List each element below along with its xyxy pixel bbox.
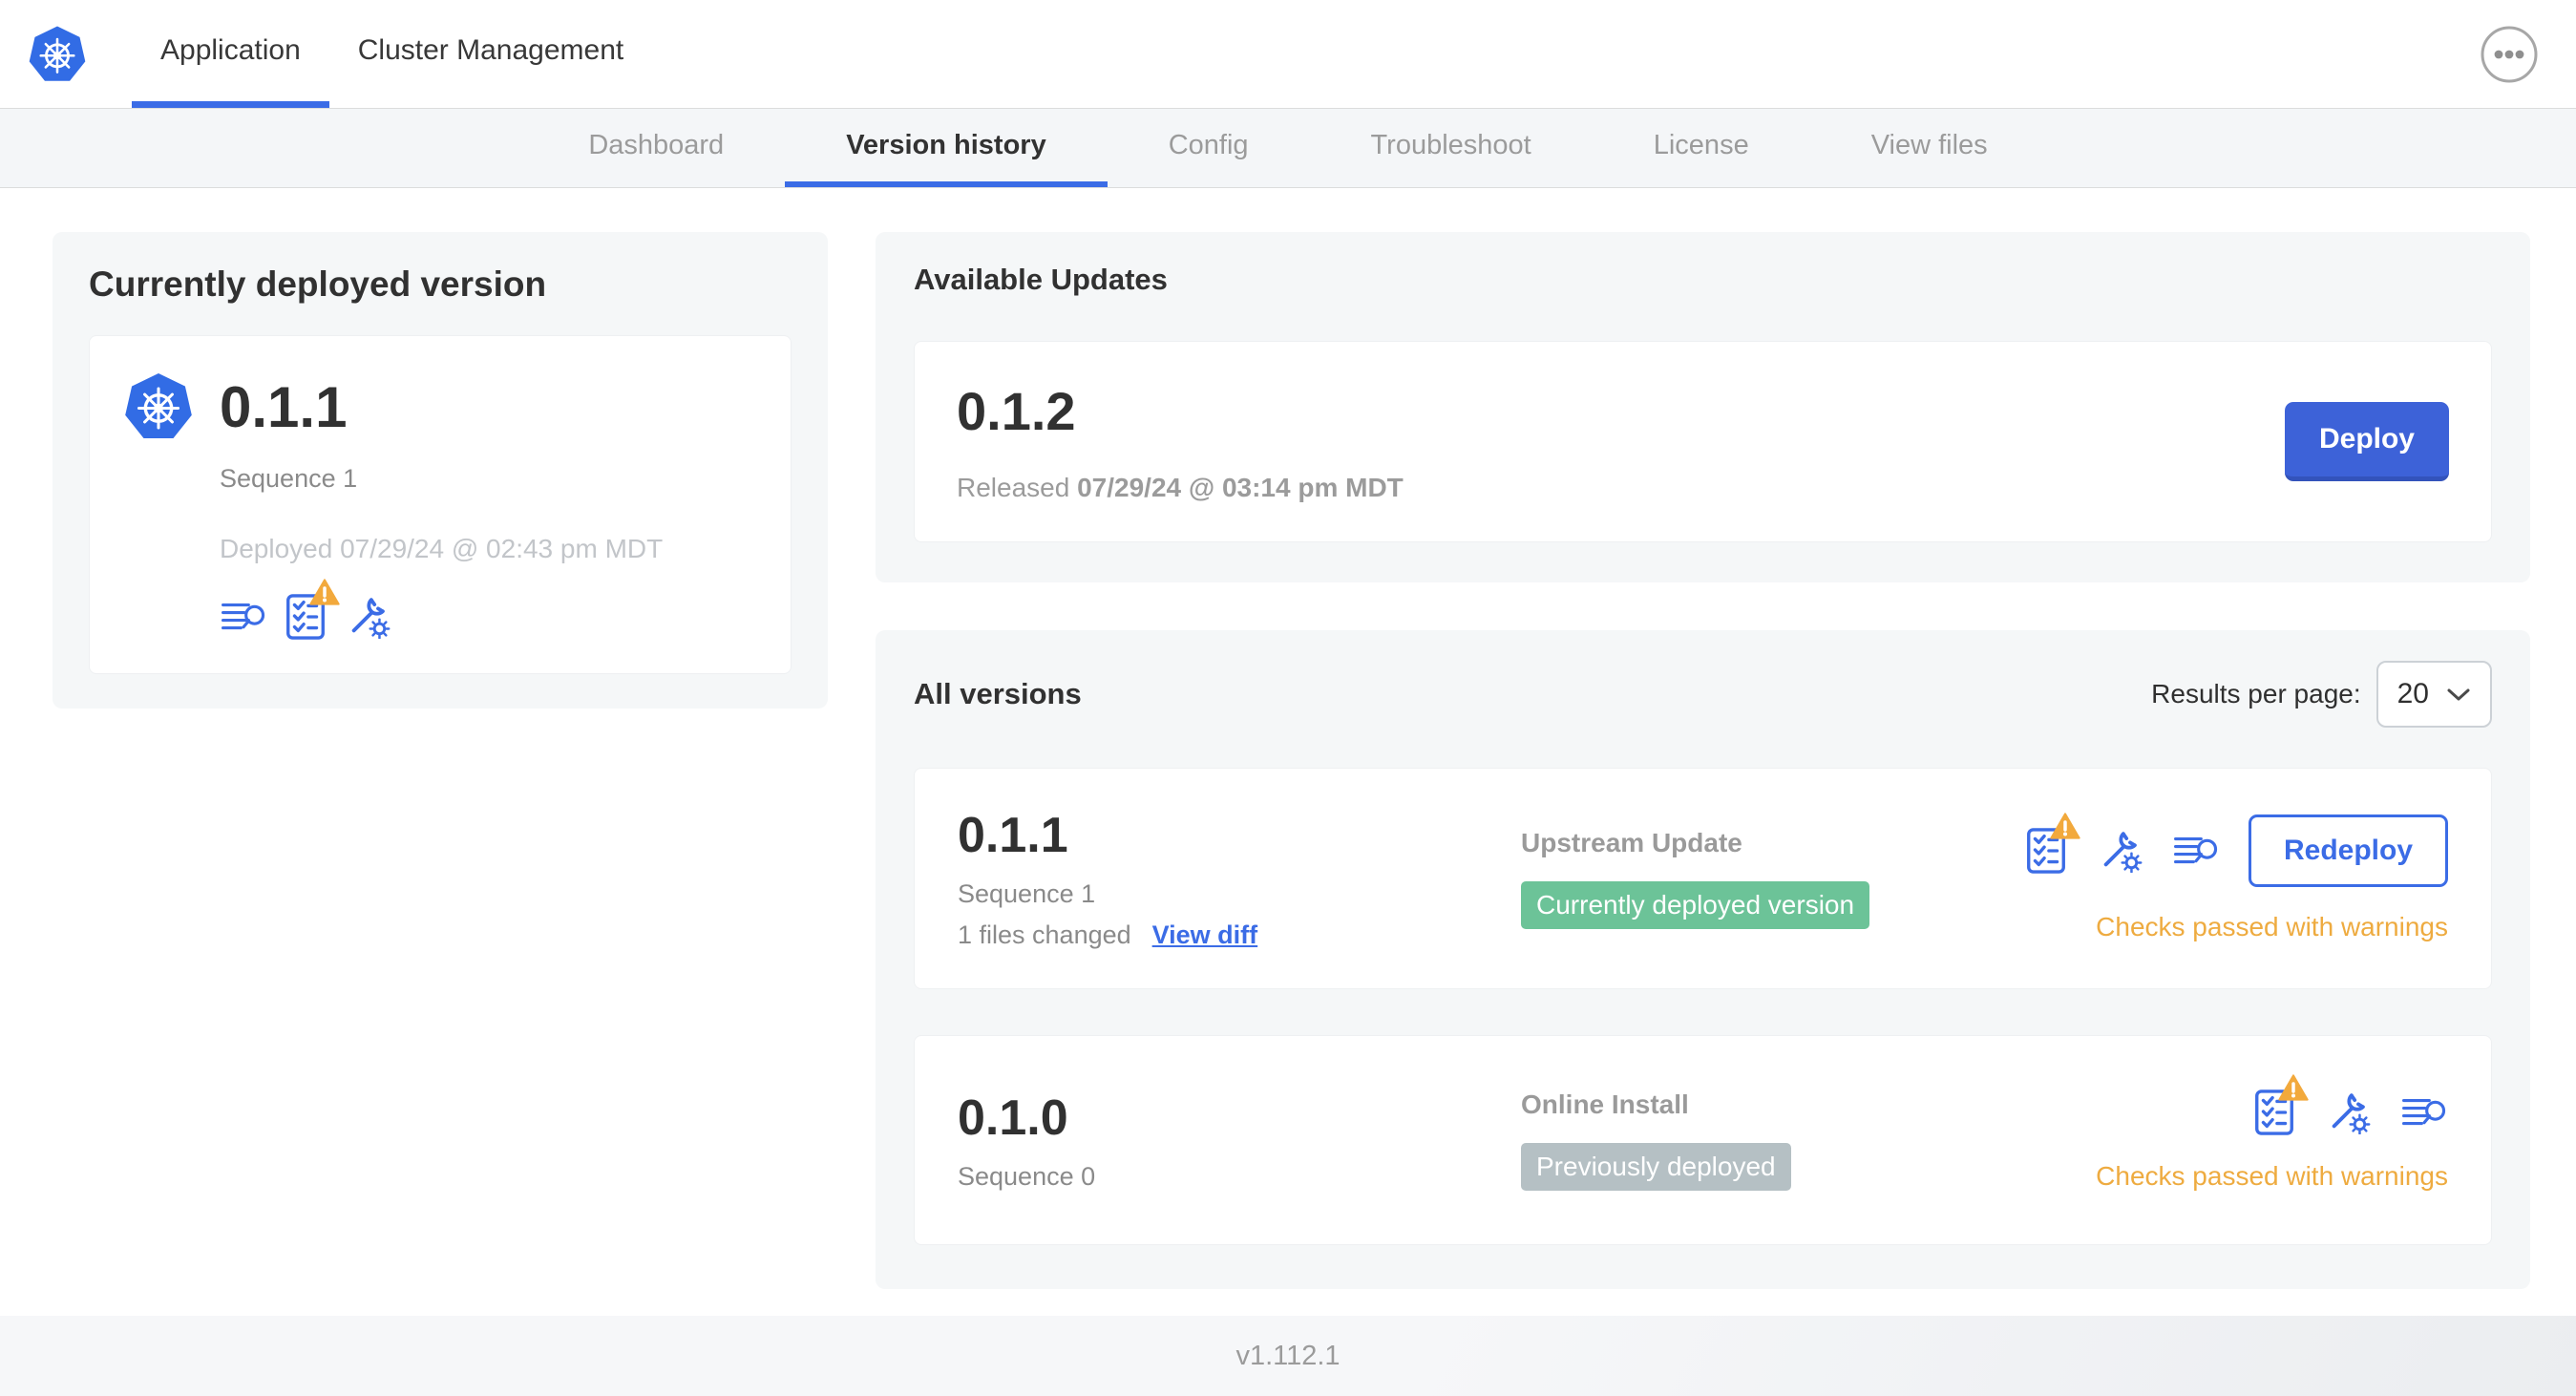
secondary-nav: Dashboard Version history Config Trouble… [0, 108, 2576, 188]
diff-lines-icon[interactable] [2400, 1090, 2448, 1134]
checks-status[interactable]: Checks passed with warnings [2096, 912, 2448, 942]
tab-troubleshoot-label: Troubleshoot [1370, 129, 1531, 160]
deploy-button[interactable]: Deploy [2284, 402, 2449, 481]
tab-license-label: License [1653, 129, 1749, 160]
app-footer: v1.112.1 [0, 1316, 2576, 1396]
config-wrench-icon[interactable] [344, 595, 391, 640]
tab-version-history[interactable]: Version history [785, 109, 1108, 187]
tab-view-files[interactable]: View files [1810, 109, 2049, 187]
tab-cluster-management-label: Cluster Management [357, 34, 624, 66]
row-sequence: Sequence 1 [958, 879, 1096, 908]
available-updates-panel: Available Updates 0.1.2 Released 07/29/2… [876, 232, 2530, 582]
row-source: Upstream Update [1521, 828, 1742, 857]
preflight-checklist-icon[interactable] [285, 579, 340, 641]
version-row-0-1-1: 0.1.1 Sequence 1 1 files changed View di… [914, 768, 2492, 989]
view-diff-link[interactable]: View diff [1152, 920, 1258, 950]
current-version-sequence: Sequence 1 [220, 464, 358, 493]
config-wrench-icon[interactable] [2324, 1090, 2372, 1135]
row-version-number: 0.1.1 [958, 808, 1068, 863]
results-per-page-value: 20 [2397, 678, 2429, 709]
all-versions-title: All versions [914, 677, 1082, 710]
version-row-0-1-0: 0.1.0 Sequence 0 Online Install Previous… [914, 1035, 2492, 1245]
tab-troubleshoot[interactable]: Troubleshoot [1310, 109, 1593, 187]
warning-triangle-icon [2050, 813, 2080, 839]
released-date: 07/29/24 @ 03:14 pm MDT [1077, 473, 1404, 502]
currently-deployed-badge: Currently deployed version [1521, 881, 1870, 929]
preflight-checklist-icon[interactable] [2025, 813, 2080, 875]
right-column: Available Updates 0.1.2 Released 07/29/2… [876, 232, 2530, 1289]
top-header: Application Cluster Management [0, 0, 2576, 108]
kubernetes-logo-icon [29, 26, 86, 81]
row-source: Online Install [1521, 1089, 1689, 1119]
previously-deployed-badge: Previously deployed [1521, 1143, 1791, 1191]
results-per-page-select[interactable]: 20 [2375, 661, 2492, 728]
redeploy-button[interactable]: Redeploy [2248, 814, 2448, 887]
diff-lines-icon[interactable] [2172, 829, 2220, 873]
row-sequence: Sequence 0 [958, 1161, 1096, 1191]
header-tabs: Application Cluster Management [132, 0, 652, 108]
tab-config[interactable]: Config [1108, 109, 1310, 187]
update-version-number: 0.1.2 [957, 381, 1076, 441]
current-version-deployed-at: Deployed 07/29/24 @ 02:43 pm MDT [220, 534, 664, 563]
main-content: Currently deployed version 0.1.1 Sequenc… [0, 188, 2576, 1289]
warning-triangle-icon [309, 579, 340, 605]
tab-config-label: Config [1168, 129, 1249, 160]
results-per-page-label: Results per page: [2151, 679, 2361, 709]
tab-application-label: Application [160, 34, 301, 66]
tab-cluster-management[interactable]: Cluster Management [329, 0, 652, 108]
current-version-actions [220, 579, 758, 641]
tab-license[interactable]: License [1593, 109, 1810, 187]
tab-application[interactable]: Application [132, 0, 329, 108]
results-per-page: Results per page: 20 [2151, 661, 2492, 728]
currently-deployed-panel: Currently deployed version 0.1.1 Sequenc… [53, 232, 828, 709]
update-released-at: Released 07/29/24 @ 03:14 pm MDT [957, 473, 1404, 503]
chevron-down-icon [2447, 688, 2470, 701]
all-versions-panel: All versions Results per page: 20 0.1.1 [876, 630, 2530, 1289]
preflight-checklist-icon[interactable] [2253, 1074, 2309, 1136]
diff-lines-icon[interactable] [220, 595, 267, 639]
available-updates-title: Available Updates [914, 263, 1168, 296]
tab-view-files-label: View files [1870, 129, 1988, 160]
ellipsis-icon [2481, 26, 2538, 82]
currently-deployed-title: Currently deployed version [89, 264, 547, 304]
app-logo [0, 0, 115, 108]
current-version-number: 0.1.1 [220, 374, 348, 439]
warning-triangle-icon [2278, 1074, 2309, 1101]
released-prefix: Released [957, 473, 1070, 502]
currently-deployed-card: 0.1.1 Sequence 1 Deployed 07/29/24 @ 02:… [89, 335, 792, 674]
tab-dashboard-label: Dashboard [588, 129, 725, 160]
tab-version-history-label: Version history [846, 129, 1046, 160]
row-files-changed: 1 files changed [958, 920, 1131, 949]
tab-dashboard[interactable]: Dashboard [527, 109, 785, 187]
version-rows: 0.1.1 Sequence 1 1 files changed View di… [914, 768, 2492, 1245]
overflow-menu-button[interactable] [2479, 24, 2540, 85]
config-wrench-icon[interactable] [2096, 829, 2143, 874]
row-version-number: 0.1.0 [958, 1089, 1068, 1146]
kubernetes-logo-icon [125, 373, 192, 438]
footer-app-version: v1.112.1 [1235, 1340, 1341, 1371]
available-update-card: 0.1.2 Released 07/29/24 @ 03:14 pm MDT D… [914, 341, 2492, 542]
checks-status[interactable]: Checks passed with warnings [2096, 1161, 2448, 1192]
